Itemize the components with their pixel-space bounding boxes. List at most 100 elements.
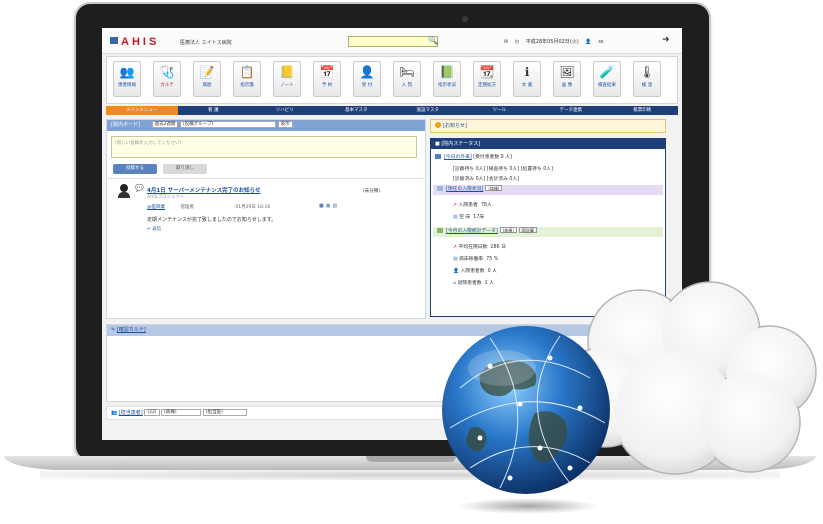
bed-rate-icon: ▤ <box>453 257 458 262</box>
clock-icon: ◷ <box>514 39 520 45</box>
toolbar-button-label: 検 温 <box>641 83 653 88</box>
speech-bubble-icon: 💬 <box>135 184 144 192</box>
toolbar-button-lab-result[interactable]: 🧪 検査結果 <box>593 61 621 97</box>
bed-icon <box>437 186 443 191</box>
menu-item[interactable]: 看 護 <box>178 106 250 115</box>
menu-item[interactable]: 基本マスタ <box>321 106 393 115</box>
bulletin-board-panel: [院内ボード] 過去2週間 (役職グループ) 表示 (新しい投稿を入力してくださ… <box>106 119 426 319</box>
patients-count-select[interactable]: (22) <box>144 409 160 416</box>
main-menu-bar: メインメニュー看 護リハビリ 基本マスタ 施設マスタ ツール データ連携 帳票印刷 <box>106 106 678 115</box>
outpatient-count: [受付患者数 0 人] <box>473 155 512 160</box>
function-icon-bar: 👥 患者情報 🩺 カルテ 📝 病歴 📋 指示箋 📒 ノート 📅 予 約 👤 受 付 🛏 入 院 📗 指示状況 📆 定期… <box>106 56 678 104</box>
period-select[interactable]: 過去2週間 <box>151 121 179 128</box>
instruction-icon: 📋 <box>239 65 255 79</box>
menu-item[interactable]: データ連携 <box>535 106 607 115</box>
notice-title[interactable]: [お知らせ] <box>443 123 467 129</box>
search-icon[interactable]: 🔍 <box>428 36 438 45</box>
trend-icon: ➚ <box>453 245 458 250</box>
document-icon: ℹ <box>524 65 530 79</box>
toolbar-button-document[interactable]: ℹ 文 書 <box>513 61 541 97</box>
compose-textarea[interactable]: (新しい投稿を入力してください) <box>111 136 417 158</box>
outpatient-link[interactable]: [今日の外来] <box>444 155 472 160</box>
image-icon: 🖼 <box>559 65 575 79</box>
thermometer-icon: 🌡 <box>639 65 655 79</box>
history-icon: 📝 <box>199 65 215 79</box>
discharge-value: 1 人 <box>484 281 495 286</box>
menu-item[interactable]: 施設マスタ <box>392 106 464 115</box>
top-bar: AHIS 医療法人 エイトス病院 🔍 ✉ ◷ 平成28年05月02日(火) 👤 … <box>102 28 682 54</box>
toolbar-button-calendar[interactable]: 📅 予 約 <box>313 61 341 97</box>
toolbar-button-instruction[interactable]: 📋 指示箋 <box>233 61 261 97</box>
inpatient-link[interactable]: [現在の入院状況] <box>446 187 483 192</box>
discharge-label: 退院患者数 <box>457 281 482 286</box>
calendar-icon <box>437 228 443 233</box>
search-input[interactable] <box>348 36 438 47</box>
post-action-icons[interactable]: ■▣▧ <box>319 203 339 209</box>
karte-title[interactable]: [確認カルテ] <box>117 327 146 333</box>
toolbar-button-chart[interactable]: 🩺 カルテ <box>153 61 181 97</box>
message-icon[interactable]: ✉ <box>504 39 508 45</box>
menu-item[interactable]: メインメニュー <box>106 106 178 115</box>
webcam <box>462 16 468 22</box>
new-admit-value: 0 人 <box>487 269 497 274</box>
post-datetime: 01月29日 16:16 <box>235 205 271 210</box>
toolbar-button-reception[interactable]: 👤 受 付 <box>353 61 381 97</box>
logout-icon[interactable]: ➜ <box>662 35 670 45</box>
divider <box>107 178 425 179</box>
vacant-row: ▤ 空 床 17床 <box>453 213 484 220</box>
occupancy-row: ▤ 病床稼働率 75 % <box>453 255 498 262</box>
avatar <box>117 184 131 198</box>
ward-select[interactable]: (病棟) <box>485 185 503 191</box>
toolbar-button-label: 検査結果 <box>598 83 616 88</box>
avg-stay-row: ➚ 平均在院日数 286 日 <box>453 243 506 250</box>
toolbar-button-label: 文 書 <box>521 83 533 88</box>
outpatient-icon <box>435 154 441 159</box>
display-button[interactable]: 表示 <box>277 121 293 128</box>
toolbar-button-prescription[interactable]: 📆 定期処方 <box>473 61 501 97</box>
toolbar-button-patients[interactable]: 👥 患者情報 <box>113 61 141 97</box>
post-button[interactable]: 投稿する <box>113 164 157 174</box>
new-admit-label: 入院患者数 <box>460 269 485 274</box>
post-body: 定期メンテナンスが完了致しましたのでお知らせします。 <box>147 217 277 223</box>
vacant-label: 空 床 <box>459 215 471 220</box>
logo-icon <box>110 37 118 44</box>
org-name: 医療法人 エイトス病院 <box>180 40 232 46</box>
top-right-info: ✉ ◷ 平成28年05月02日(火) 👤 ss <box>504 38 608 45</box>
cancel-button[interactable]: 取り消し <box>163 164 207 174</box>
toolbar-button-note[interactable]: 📒 ノート <box>273 61 301 97</box>
patients-title[interactable]: [担当患者] <box>119 410 143 416</box>
stats-subheader: [今月の入院統計データ] (病棟) 再計算 <box>433 227 663 237</box>
toolbar-button-label: 患者情報 <box>118 83 136 88</box>
post-tag[interactable]: @医師業 <box>147 205 165 210</box>
avg-stay-value: 286 日 <box>490 245 506 250</box>
toolbar-button-status[interactable]: 📗 指示状況 <box>433 61 461 97</box>
menu-item[interactable]: 帳票印刷 <box>607 106 679 115</box>
group-select[interactable]: (役職グループ) <box>179 121 276 128</box>
toolbar-button-image[interactable]: 🖼 画 像 <box>553 61 581 97</box>
toolbar-button-thermometer[interactable]: 🌡 検 温 <box>633 61 661 97</box>
post-title-link[interactable]: 4月1日 サーバーメンテナンス完了のお知らせ <box>147 186 261 194</box>
stats-ward-select[interactable]: (病棟) <box>499 227 517 233</box>
occupancy-label: 病床稼働率 <box>459 257 484 262</box>
menu-item[interactable]: ツール <box>464 106 536 115</box>
reply-link[interactable]: ↩ 返信 <box>147 226 161 232</box>
vacant-bed-icon: ▤ <box>453 215 458 220</box>
patients-ward-select[interactable]: (病棟) <box>161 409 202 416</box>
toolbar-button-history[interactable]: 📝 病歴 <box>193 61 221 97</box>
stats-link[interactable]: [今月の入院統計データ] <box>446 229 498 234</box>
board-title: [院内ボード] <box>111 122 140 128</box>
toolbar-button-label: 受 付 <box>361 83 373 88</box>
recalc-button[interactable]: 再計算 <box>518 227 537 233</box>
admitted-icon: ➚ <box>453 203 458 208</box>
patients-doctor-select[interactable]: (担当医) <box>202 409 247 416</box>
inpatient-subheader: [現在の入院状況] (病棟) <box>433 185 663 195</box>
app-logo[interactable]: AHIS <box>110 36 159 48</box>
status-header: ■ [院内ステータス] <box>431 139 665 149</box>
reception-icon: 👤 <box>359 65 375 79</box>
menu-item[interactable]: リハビリ <box>249 106 321 115</box>
patients-icon: 👥 <box>111 410 118 416</box>
toolbar-button-admission[interactable]: 🛏 入 院 <box>393 61 421 97</box>
toolbar-button-label: 指示状況 <box>438 83 456 88</box>
post-category: (未分類) <box>363 189 381 194</box>
toolbar-button-label: 入 院 <box>401 83 413 88</box>
